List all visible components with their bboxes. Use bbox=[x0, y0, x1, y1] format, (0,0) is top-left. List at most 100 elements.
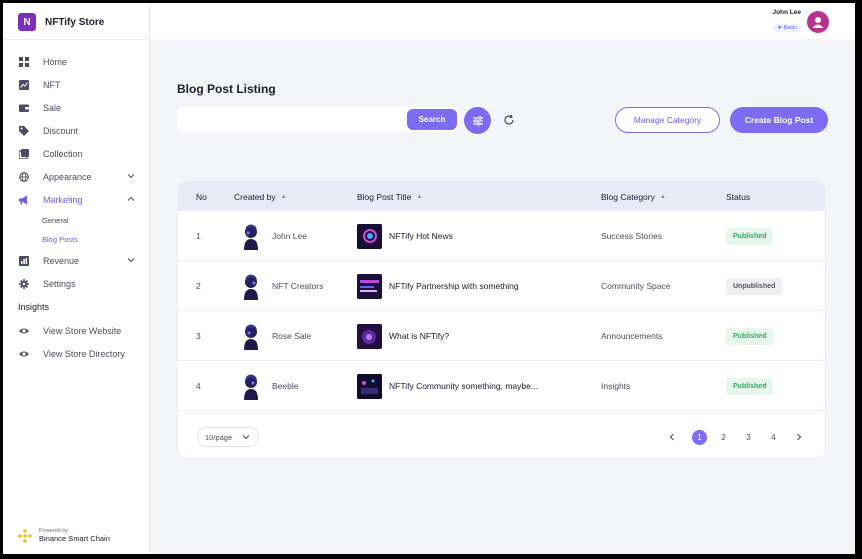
create-blog-post-button[interactable]: Create Blog Post bbox=[730, 107, 828, 133]
sort-icon: ▲ bbox=[416, 194, 423, 200]
status-badge: Published bbox=[726, 227, 774, 245]
sidebar-section-insights: Insights bbox=[18, 302, 50, 312]
sort-icon: ▲ bbox=[280, 194, 287, 200]
chevron-down-icon bbox=[127, 258, 135, 263]
author-avatar bbox=[244, 324, 258, 350]
chevron-down-icon bbox=[127, 174, 135, 179]
brand-logo: N bbox=[18, 13, 36, 31]
table-row[interactable]: 4 Beeble NFTify Community something, may… bbox=[178, 361, 825, 411]
sidebar-item-label: View Store Directory bbox=[43, 348, 125, 359]
sidebar-item-view-store-website[interactable]: View Store Website bbox=[3, 319, 150, 342]
sidebar-item-nft[interactable]: NFT bbox=[3, 73, 150, 96]
table-row[interactable]: 2 NFT Creators NFTify Partnership with s… bbox=[178, 261, 825, 311]
column-header-status: Status bbox=[726, 192, 751, 202]
brand-name: NFTify Store bbox=[45, 16, 105, 28]
tag-icon bbox=[19, 125, 29, 136]
author-name: NFT Creators bbox=[272, 281, 324, 291]
manage-category-button[interactable]: Manage Category bbox=[615, 107, 720, 133]
row-number: 2 bbox=[196, 281, 201, 291]
page-size-value: 10/page bbox=[205, 432, 233, 442]
revenue-icon bbox=[19, 255, 29, 266]
next-page-button[interactable] bbox=[793, 431, 805, 443]
column-header-title[interactable]: Blog Post Title ▲ bbox=[357, 192, 422, 202]
sort-icon: ▲ bbox=[659, 194, 666, 200]
prev-page-button[interactable] bbox=[666, 431, 678, 443]
sidebar-item-appearance[interactable]: Appearance bbox=[3, 165, 150, 188]
refresh-button[interactable] bbox=[502, 113, 516, 127]
row-number: 3 bbox=[196, 331, 201, 341]
user-name: John Lee bbox=[772, 9, 801, 16]
post-title[interactable]: NFTify Partnership with something bbox=[389, 281, 519, 291]
column-header-no: No bbox=[196, 192, 207, 202]
post-title[interactable]: NFTify Hot News bbox=[389, 231, 453, 241]
author-name: Rose Sale bbox=[272, 331, 312, 341]
sidebar-item-label: View Store Website bbox=[43, 325, 122, 336]
app-window: N NFTify Store Home NFT Sale Discount Co… bbox=[3, 3, 855, 554]
wallet-icon bbox=[19, 103, 29, 113]
chevron-up-icon bbox=[127, 196, 135, 201]
sidebar-item-home[interactable]: Home bbox=[3, 50, 150, 73]
sidebar-item-settings[interactable]: Settings bbox=[3, 272, 150, 295]
sidebar-subitem-blog-posts[interactable]: Blog Posts bbox=[3, 230, 150, 249]
page-1-button[interactable]: 1 bbox=[692, 430, 707, 445]
page-4-button[interactable]: 4 bbox=[766, 430, 781, 445]
row-number: 4 bbox=[196, 381, 201, 391]
table-row[interactable]: 3 Rose Sale What is NFTify? Announcement… bbox=[178, 311, 825, 361]
author-avatar bbox=[244, 224, 258, 250]
sidebar-item-label: Settings bbox=[43, 278, 76, 289]
globe-icon bbox=[19, 171, 29, 182]
post-category: Announcements bbox=[601, 331, 663, 341]
user-menu[interactable]: John Lee ★ Basic bbox=[772, 9, 829, 34]
post-thumbnail bbox=[357, 373, 382, 399]
post-title[interactable]: What is NFTify? bbox=[389, 331, 449, 341]
column-header-category[interactable]: Blog Category ▲ bbox=[601, 192, 666, 202]
sidebar-subitem-general[interactable]: General bbox=[3, 211, 150, 230]
powered-by-chain: Binance Smart Chain bbox=[39, 534, 110, 543]
author-avatar bbox=[244, 274, 258, 300]
status-badge: Published bbox=[726, 327, 774, 345]
sidebar-item-label: Revenue bbox=[43, 255, 80, 266]
sidebar-item-collection[interactable]: Collection bbox=[3, 142, 150, 165]
divider bbox=[3, 39, 150, 40]
page-title: Blog Post Listing bbox=[177, 82, 276, 96]
page-2-button[interactable]: 2 bbox=[716, 430, 731, 445]
chevron-down-icon bbox=[242, 435, 250, 440]
sidebar-item-label: Marketing bbox=[43, 194, 83, 205]
plan-badge: ★ Basic bbox=[773, 24, 801, 32]
status-badge: Published bbox=[726, 377, 774, 395]
page-size-select[interactable]: 10/page bbox=[197, 427, 259, 447]
table-row[interactable]: 1 John Lee NFTify Hot News Success Stori… bbox=[178, 211, 825, 261]
status-badge: Unpublished bbox=[726, 277, 783, 295]
sidebar-item-marketing[interactable]: Marketing bbox=[3, 188, 150, 211]
table-header: No Created by ▲ Blog Post Title ▲ Blog Cat… bbox=[178, 182, 825, 211]
sidebar-item-revenue[interactable]: Revenue bbox=[3, 249, 150, 272]
page-3-button[interactable]: 3 bbox=[741, 430, 756, 445]
chevron-right-icon bbox=[797, 433, 802, 441]
column-header-created-by[interactable]: Created by ▲ bbox=[234, 192, 287, 202]
sidebar-item-label: Home bbox=[43, 56, 68, 67]
post-thumbnail bbox=[357, 273, 382, 299]
sidebar: N NFTify Store Home NFT Sale Discount Co… bbox=[3, 3, 150, 554]
user-icon bbox=[812, 16, 824, 28]
sidebar-item-label: Discount bbox=[43, 125, 79, 136]
brand[interactable]: N NFTify Store bbox=[18, 13, 104, 31]
sidebar-item-view-store-directory[interactable]: View Store Directory bbox=[3, 342, 150, 365]
chart-icon bbox=[19, 79, 29, 90]
gear-icon bbox=[19, 278, 29, 289]
search-button[interactable]: Search bbox=[407, 109, 457, 130]
post-category: Insights bbox=[601, 381, 631, 391]
post-category: Community Space bbox=[601, 281, 671, 291]
gallery-icon bbox=[19, 148, 29, 159]
post-thumbnail bbox=[357, 223, 382, 249]
top-header: John Lee ★ Basic bbox=[150, 3, 855, 39]
sidebar-item-discount[interactable]: Discount bbox=[3, 119, 150, 142]
sidebar-item-label: Sale bbox=[43, 102, 62, 113]
sidebar-item-sale[interactable]: Sale bbox=[3, 96, 150, 119]
filter-sliders-icon bbox=[472, 115, 483, 126]
post-category: Success Stories bbox=[601, 231, 662, 241]
filter-button[interactable] bbox=[464, 107, 491, 134]
post-title[interactable]: NFTify Community something, maybe... bbox=[389, 381, 538, 391]
megaphone-icon bbox=[19, 195, 29, 205]
sidebar-item-label: Appearance bbox=[43, 171, 92, 182]
avatar[interactable] bbox=[807, 10, 829, 33]
